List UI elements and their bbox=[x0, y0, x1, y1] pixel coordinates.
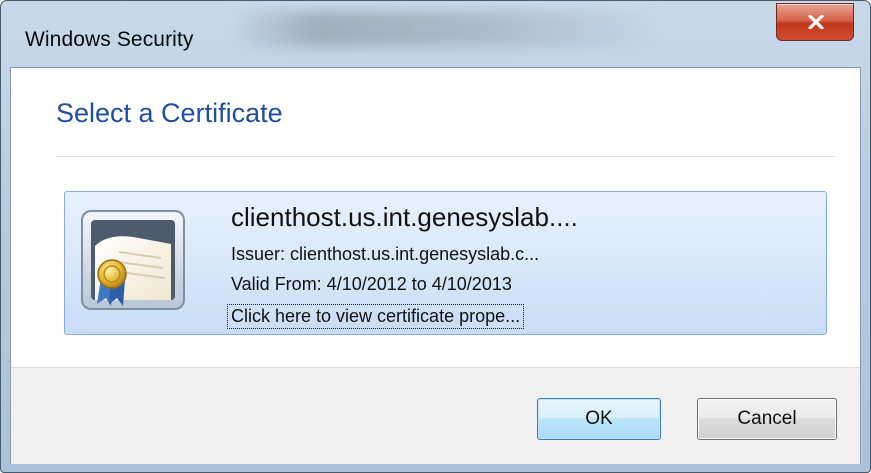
ok-button[interactable]: OK bbox=[537, 398, 661, 440]
dialog-heading: Select a Certificate bbox=[56, 98, 283, 128]
view-certificate-properties-link[interactable]: Click here to view certificate prope... bbox=[227, 304, 525, 329]
certificate-issuer: Issuer: clienthost.us.int.genesyslab.c..… bbox=[231, 244, 540, 264]
close-icon bbox=[808, 15, 824, 29]
certificate-name: clienthost.us.int.genesyslab.... bbox=[231, 202, 578, 232]
certificate-validity: Valid From: 4/10/2012 to 4/10/2013 bbox=[231, 274, 512, 294]
dialog-content: Select a Certificate clienthost.us.int.g… bbox=[10, 67, 861, 464]
window-title: Windows Security bbox=[25, 28, 194, 51]
title-bar[interactable]: Windows Security bbox=[1, 1, 870, 67]
cancel-button[interactable]: Cancel bbox=[697, 398, 837, 440]
certificate-icon bbox=[81, 210, 185, 310]
certificate-tile[interactable]: clienthost.us.int.genesyslab.... Issuer:… bbox=[64, 191, 827, 335]
close-button[interactable] bbox=[776, 3, 854, 41]
background-blur bbox=[231, 11, 661, 47]
divider bbox=[56, 156, 836, 157]
security-dialog-window: Windows Security Select a Certificate cl… bbox=[0, 0, 871, 473]
button-bar: OK Cancel bbox=[11, 367, 860, 464]
